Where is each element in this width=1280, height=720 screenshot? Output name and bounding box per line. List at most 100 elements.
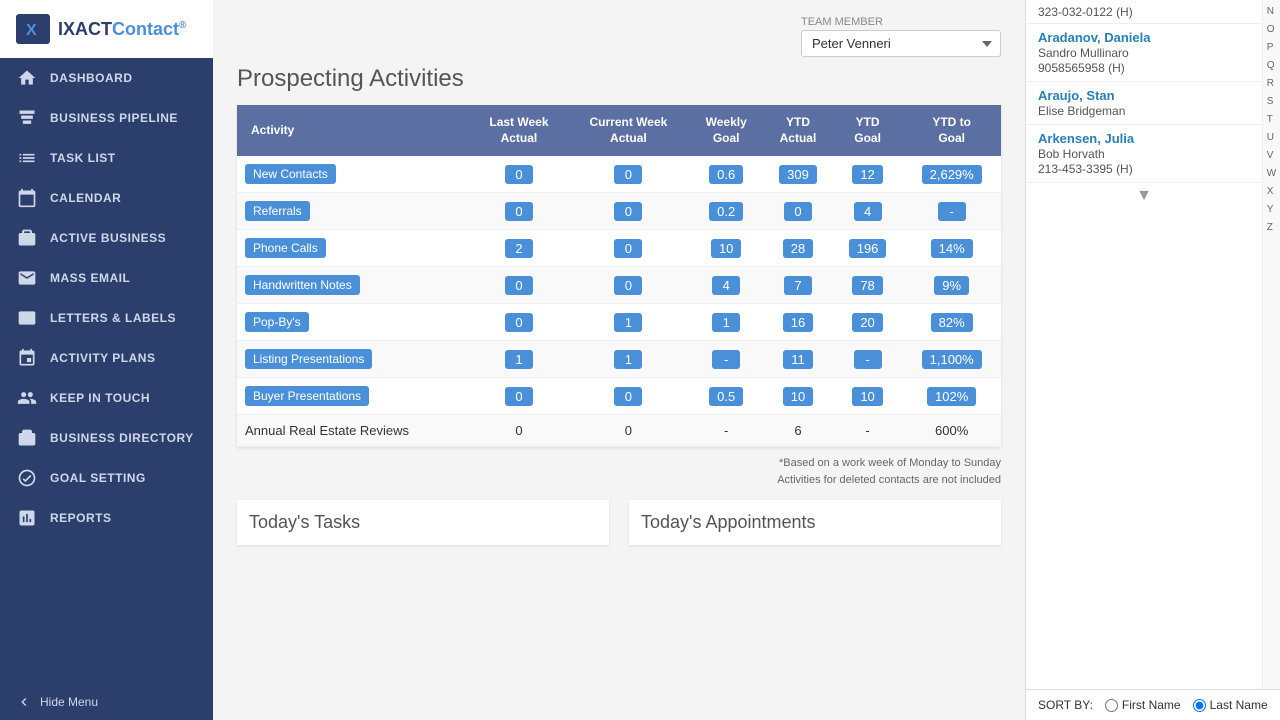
sidebar-item-mass-email[interactable]: MASS EMAIL	[0, 258, 213, 298]
alpha-letter-N[interactable]: N	[1267, 6, 1274, 17]
sort-first-name-radio[interactable]	[1105, 699, 1118, 712]
today-appointments-title: Today's Appointments	[641, 512, 989, 533]
contact-name[interactable]: Arkensen, Julia	[1038, 131, 1250, 146]
sort-by-section: SORT BY: First Name Last Name	[1026, 689, 1280, 720]
sidebar-label-reports: REPORTS	[50, 511, 112, 525]
contact-name[interactable]: Araujo, Stan	[1038, 88, 1250, 103]
activity-link[interactable]: Pop-By's	[245, 312, 309, 332]
alpha-letter-S[interactable]: S	[1267, 96, 1274, 107]
contact-entry: Araujo, StanElise Bridgeman	[1026, 82, 1262, 125]
sidebar-item-letters-labels[interactable]: LETTERS & LABELS	[0, 298, 213, 338]
activity-link[interactable]: Handwritten Notes	[245, 275, 360, 295]
pipeline-icon	[16, 107, 38, 129]
sidebar-item-keep-in-touch[interactable]: KEEP IN TOUCH	[0, 378, 213, 418]
cell-last-week: 0	[470, 156, 567, 193]
activity-link[interactable]: Phone Calls	[245, 238, 326, 258]
table-row: Referrals000.204-	[237, 193, 1001, 230]
activity-link[interactable]: Listing Presentations	[245, 349, 372, 369]
cell-ytd-to-goal: 1,100%	[902, 341, 1001, 378]
alpha-letter-T[interactable]: T	[1267, 114, 1273, 125]
content-area: TEAM MEMBER Peter Venneri Prospecting Ac…	[213, 0, 1025, 720]
table-row: Pop-By's011162082%	[237, 304, 1001, 341]
sort-last-name-radio[interactable]	[1193, 699, 1206, 712]
cell-current-week: 1	[568, 341, 690, 378]
team-member-row: TEAM MEMBER Peter Venneri	[237, 16, 1001, 57]
cell-weekly-goal: -	[689, 415, 763, 447]
logo-area: X IXACTContact®	[0, 0, 213, 58]
alpha-letter-X[interactable]: X	[1267, 186, 1274, 197]
cell-last-week: 0	[470, 304, 567, 341]
cell-ytd-actual: 28	[763, 230, 833, 267]
main-content: TEAM MEMBER Peter Venneri Prospecting Ac…	[213, 0, 1025, 720]
contact-partial-top: 323-032-0122 (H)	[1026, 1, 1262, 24]
sidebar-item-reports[interactable]: REPORTS	[0, 498, 213, 538]
cell-weekly-goal: 0.5	[689, 378, 763, 415]
sort-first-name-option[interactable]: First Name	[1105, 698, 1181, 712]
scroll-down-arrow[interactable]: ▼	[1026, 183, 1262, 209]
cell-weekly-goal: 10	[689, 230, 763, 267]
sidebar-item-business-directory[interactable]: BUSINESS DIRECTORY	[0, 418, 213, 458]
footnote: *Based on a work week of Monday to Sunda…	[237, 455, 1001, 488]
sidebar-item-task-list[interactable]: TASK LIST	[0, 138, 213, 178]
cell-activity: Pop-By's	[237, 304, 470, 341]
footnote-line1: *Based on a work week of Monday to Sunda…	[237, 455, 1001, 472]
cell-current-week: 0	[568, 230, 690, 267]
sidebar-label-dashboard: DASHBOARD	[50, 71, 133, 85]
cell-ytd-goal: 10	[833, 378, 903, 415]
alpha-letter-P[interactable]: P	[1267, 42, 1274, 53]
sidebar-label-business-directory: BUSINESS DIRECTORY	[50, 431, 194, 445]
app-name: IXACTContact®	[58, 19, 186, 40]
alpha-letter-U[interactable]: U	[1267, 132, 1274, 143]
cell-ytd-to-goal: 102%	[902, 378, 1001, 415]
alpha-letter-O[interactable]: O	[1267, 24, 1275, 35]
sidebar-item-goal-setting[interactable]: GOAL SETTING	[0, 458, 213, 498]
cell-last-week: 1	[470, 341, 567, 378]
sidebar-label-keep-in-touch: KEEP IN TOUCH	[50, 391, 150, 405]
alpha-letter-Q[interactable]: Q	[1267, 60, 1275, 71]
table-row: Annual Real Estate Reviews00-6-600%	[237, 415, 1001, 447]
cell-ytd-actual: 309	[763, 156, 833, 193]
right-panel: 323-032-0122 (H) Aradanov, DanielaSandro…	[1025, 0, 1280, 720]
sidebar-item-active-business[interactable]: ACTIVE BUSINESS	[0, 218, 213, 258]
activity-link[interactable]: Referrals	[245, 201, 310, 221]
alpha-letter-R[interactable]: R	[1267, 78, 1274, 89]
activity-link[interactable]: Buyer Presentations	[245, 386, 369, 406]
alpha-letter-Y[interactable]: Y	[1267, 204, 1274, 215]
cell-current-week: 1	[568, 304, 690, 341]
col-header-ytd-actual: YTDActual	[763, 105, 833, 156]
activity-link[interactable]: New Contacts	[245, 164, 336, 184]
cell-ytd-goal: 196	[833, 230, 903, 267]
hide-menu-button[interactable]: Hide Menu	[0, 684, 213, 720]
cell-last-week: 0	[470, 193, 567, 230]
sidebar-item-activity-plans[interactable]: ACTIVITY PLANS	[0, 338, 213, 378]
sidebar-item-dashboard[interactable]: DASHBOARD	[0, 58, 213, 98]
sidebar-item-business-pipeline[interactable]: BUSINESS PIPELINE	[0, 98, 213, 138]
hide-menu-label: Hide Menu	[40, 695, 98, 709]
col-header-weekly-goal: WeeklyGoal	[689, 105, 763, 156]
alpha-index: NOPQRSTUVWXYZ	[1262, 0, 1280, 689]
cell-ytd-actual: 16	[763, 304, 833, 341]
page-title: Prospecting Activities	[237, 65, 1001, 93]
sidebar-label-calendar: CALENDAR	[50, 191, 121, 205]
cell-activity: Listing Presentations	[237, 341, 470, 378]
briefcase-icon	[16, 227, 38, 249]
cell-current-week: 0	[568, 156, 690, 193]
sort-last-name-option[interactable]: Last Name	[1193, 698, 1268, 712]
bottom-row: Today's Tasks Today's Appointments	[237, 500, 1001, 545]
contact-name[interactable]: Aradanov, Daniela	[1038, 30, 1250, 45]
cell-weekly-goal: 1	[689, 304, 763, 341]
calendar-icon	[16, 187, 38, 209]
sidebar-label-letters-labels: LETTERS & LABELS	[50, 311, 176, 325]
cell-weekly-goal: 0.2	[689, 193, 763, 230]
alpha-letter-V[interactable]: V	[1267, 150, 1274, 161]
alpha-letter-W[interactable]: W	[1267, 168, 1276, 179]
sort-last-name-label: Last Name	[1210, 698, 1268, 712]
sidebar-item-calendar[interactable]: CALENDAR	[0, 178, 213, 218]
alpha-letter-Z[interactable]: Z	[1267, 222, 1273, 233]
cell-ytd-goal: 4	[833, 193, 903, 230]
table-row: Listing Presentations11-11-1,100%	[237, 341, 1001, 378]
goal-icon	[16, 467, 38, 489]
team-member-select[interactable]: Peter Venneri	[801, 30, 1001, 57]
today-appointments-section: Today's Appointments	[629, 500, 1001, 545]
col-header-last-week: Last WeekActual	[470, 105, 567, 156]
